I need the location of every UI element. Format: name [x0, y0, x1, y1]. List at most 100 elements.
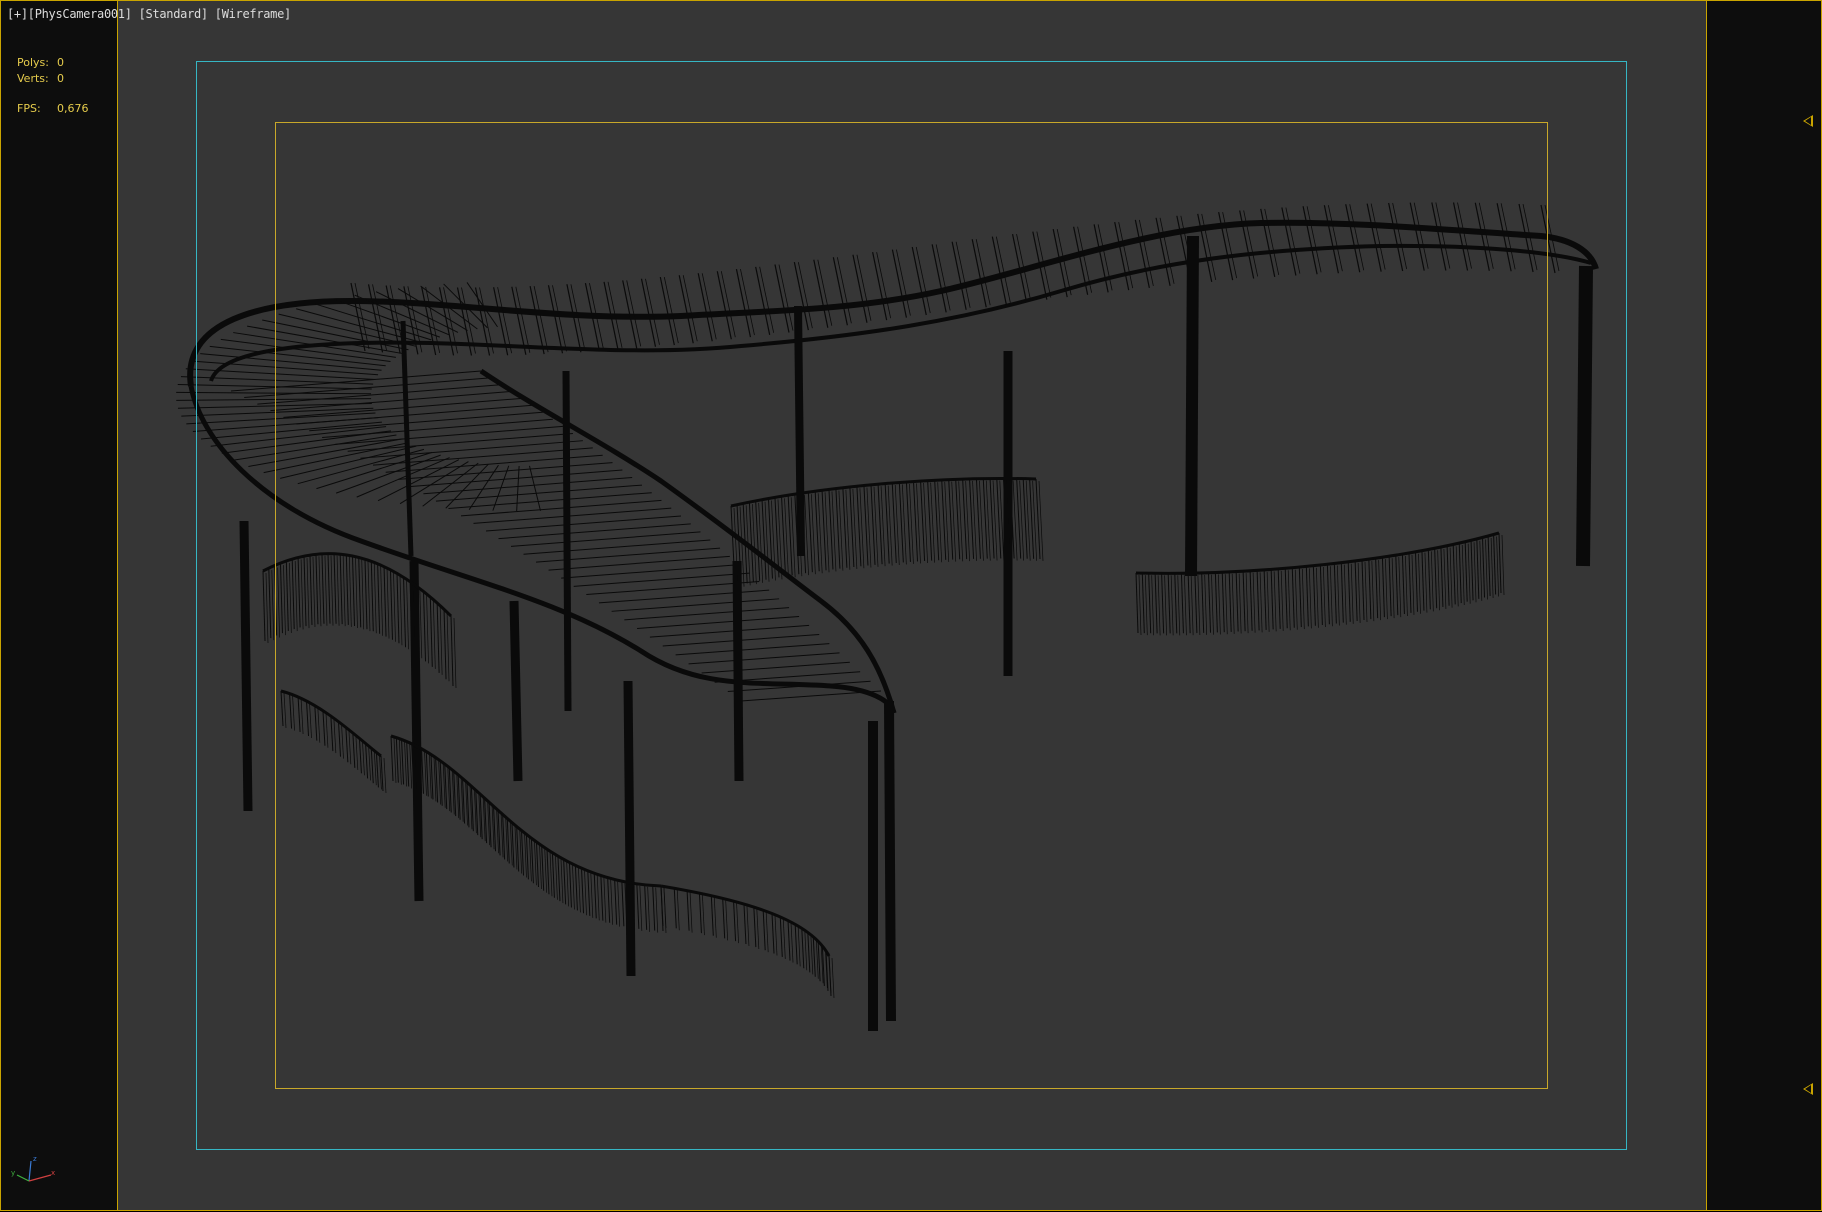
wire-segment — [386, 568, 390, 639]
wire-segment — [352, 555, 355, 627]
wire-segment — [370, 748, 374, 784]
wire-segment — [1401, 553, 1405, 615]
wire-segment — [1421, 550, 1425, 611]
wire-segment — [891, 249, 908, 318]
wire-segment — [268, 568, 272, 639]
wire-segment — [1280, 570, 1284, 631]
wire-segment — [296, 404, 533, 425]
wire-segment — [1155, 217, 1171, 286]
wire-segment — [327, 553, 331, 624]
wire-segment — [1391, 558, 1395, 619]
wire-segment — [370, 561, 374, 632]
wire-segment — [686, 890, 690, 931]
wire-segment — [1440, 546, 1444, 607]
column — [239, 520, 253, 812]
wire-segment — [1371, 561, 1375, 622]
wire-segment — [399, 575, 403, 646]
axis-tripod-icon: z x y — [11, 1155, 55, 1182]
wire-segment — [1343, 564, 1347, 625]
column — [884, 700, 896, 1022]
wire-segment — [774, 915, 778, 956]
wire-segment — [338, 721, 341, 757]
wire-segment — [1414, 551, 1418, 612]
viewport-camera[interactable]: [+][PhysCamera001] [Standard] [Wireframe… — [0, 0, 1822, 1211]
viewport-label-menu[interactable]: [+][PhysCamera001] [Standard] [Wireframe… — [7, 7, 291, 21]
fps-value: 0,676 — [57, 102, 89, 115]
wireframe-scene[interactable] — [1, 1, 1822, 1212]
wire-segment — [1501, 534, 1505, 596]
wire-segment — [647, 886, 651, 932]
svg-text:x: x — [51, 1169, 55, 1177]
wire-segment — [1336, 565, 1340, 626]
wire-segment — [398, 739, 402, 785]
wire-segment — [1256, 570, 1260, 631]
wire-segment — [574, 865, 578, 911]
wire-segment — [610, 879, 614, 925]
wire-segment — [1266, 571, 1270, 632]
wire-segment — [446, 611, 450, 682]
viewport-menu-button[interactable]: [+] — [7, 7, 28, 21]
wire-segment — [1214, 572, 1218, 633]
wire-segment — [663, 887, 667, 929]
roof-beam-inner — [209, 243, 1592, 382]
camera-menu-button[interactable]: [PhysCamera001] — [28, 7, 132, 21]
wire-segment — [1164, 575, 1167, 636]
wire-segment — [617, 881, 621, 927]
wire-segment — [1398, 557, 1402, 618]
wire-segment — [406, 741, 410, 787]
wire-segment — [1411, 554, 1415, 615]
wire-segment — [797, 926, 801, 967]
wire-segment — [1218, 574, 1221, 635]
wire-segment — [581, 868, 585, 914]
wire-segment — [813, 259, 829, 328]
wire-segment — [309, 703, 312, 739]
wire-segment — [510, 531, 701, 547]
wire-segment — [807, 932, 811, 973]
wire-segment — [1221, 572, 1225, 633]
wire-segment — [1487, 535, 1491, 597]
wire-segment — [951, 241, 967, 310]
wire-segment — [931, 244, 947, 313]
wire-segment — [746, 905, 750, 947]
wire-segment — [1350, 563, 1354, 624]
wire-segment — [1197, 575, 1201, 636]
pergola-model — [187, 219, 1599, 714]
wire-segment — [1366, 203, 1382, 272]
wire-segment — [341, 723, 344, 759]
wire-segment — [1180, 573, 1184, 634]
wire-segment — [1479, 540, 1483, 601]
triangle-marker-icon — [1803, 115, 1813, 127]
polys-value: 0 — [57, 56, 64, 69]
wire-segment — [1476, 538, 1480, 599]
wire-segment — [523, 539, 711, 555]
wire-segment — [390, 735, 394, 782]
wire-segment — [713, 897, 717, 938]
wire-segment — [1437, 550, 1441, 611]
wire-segment — [828, 955, 832, 997]
wire-segment — [1245, 573, 1249, 634]
wire-segment — [288, 562, 292, 633]
wire-segment — [1154, 573, 1158, 634]
render-mode-menu-button[interactable]: [Wireframe] — [215, 7, 291, 21]
wire-segment — [782, 918, 786, 959]
wire-segment — [291, 559, 295, 630]
wire-segment — [1224, 574, 1228, 635]
wire-segment — [443, 609, 447, 680]
wire-segment — [176, 391, 372, 395]
wire-segment — [1496, 536, 1499, 597]
wire-segment — [314, 705, 318, 741]
wire-segment — [334, 425, 563, 445]
wire-segment — [270, 390, 513, 412]
wire-segment — [636, 883, 640, 929]
wire-segment — [637, 615, 800, 629]
wire-segment — [1323, 566, 1326, 628]
shading-preset-menu-button[interactable]: [Standard] — [139, 7, 209, 21]
wire-segment — [1291, 567, 1295, 628]
wire-segment — [649, 624, 810, 638]
wire-segment — [1211, 574, 1214, 635]
wire-segment — [361, 559, 365, 630]
wire-segment — [348, 729, 352, 765]
wire-segment — [375, 752, 379, 788]
wire-segment — [297, 557, 301, 628]
wire-segment — [1361, 560, 1365, 621]
